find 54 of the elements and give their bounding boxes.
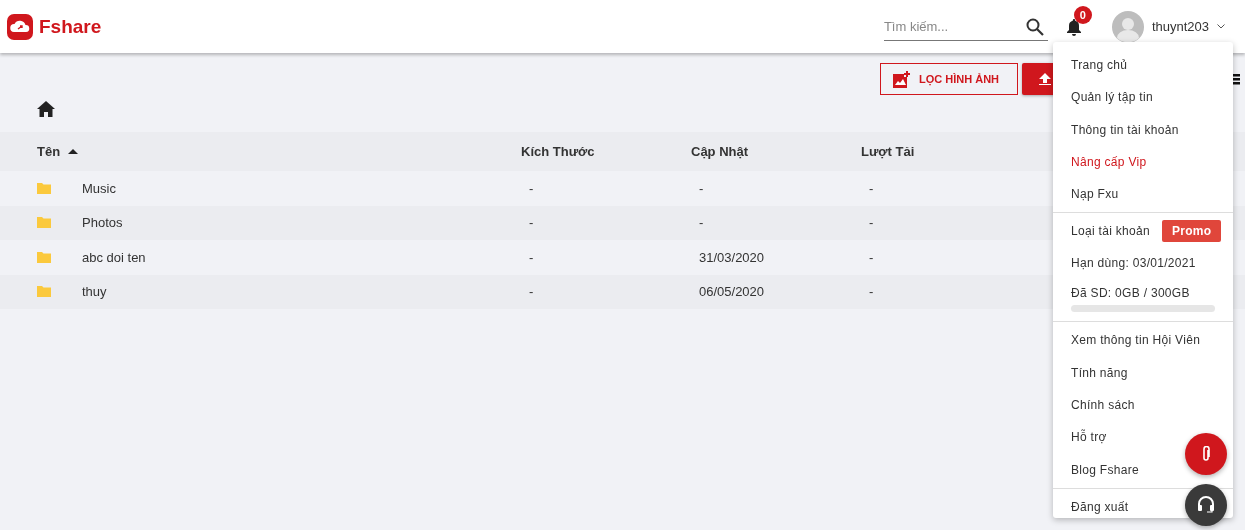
folder-icon — [37, 182, 51, 194]
menu-item[interactable]: Đăng xuất — [1053, 490, 1233, 524]
file-name[interactable]: Music — [82, 180, 116, 196]
upload-icon — [1039, 73, 1051, 85]
table-cell: - — [869, 284, 874, 300]
menu-item[interactable]: Chính sách — [1053, 389, 1233, 422]
file-name[interactable]: abc doi ten — [82, 249, 146, 265]
file-name[interactable]: Photos — [82, 215, 123, 231]
chevron-down-icon[interactable] — [1217, 24, 1225, 29]
account-type-badge: Promo — [1161, 220, 1222, 243]
menu-item[interactable]: Trang chủ — [1053, 49, 1233, 82]
folder-icon — [37, 251, 51, 263]
table-cell: - — [699, 180, 704, 196]
user-name[interactable]: thuynt203 — [1151, 19, 1209, 34]
table-cell: - — [529, 180, 534, 196]
menu-item[interactable]: Nạp Fxu — [1053, 178, 1233, 211]
table-cell: - — [529, 284, 534, 300]
search-field[interactable]: Tìm kiếm... — [883, 12, 1048, 41]
search-icon[interactable] — [1025, 17, 1044, 36]
menu-item[interactable]: Tính năng — [1053, 356, 1233, 390]
bell-icon[interactable] — [1065, 17, 1082, 36]
table-cell: - — [529, 249, 534, 265]
menu-item[interactable]: Nâng cấp Vip — [1053, 145, 1233, 179]
menu-item[interactable]: Thông tin tài khoản — [1053, 113, 1233, 146]
column-header[interactable]: Kích Thước — [521, 144, 595, 159]
menu-item[interactable]: Hỗ trợ — [1053, 421, 1233, 454]
home-icon[interactable] — [37, 101, 55, 117]
notification-badge: 0 — [1073, 5, 1092, 24]
table-cell: - — [529, 215, 534, 231]
expiry-text: Hạn dùng: 03/01/2021 — [1071, 256, 1196, 271]
table-cell: 31/03/2020 — [699, 249, 765, 265]
table-cell: - — [869, 180, 874, 196]
account-type-label: Loại tài khoản — [1071, 224, 1150, 239]
storage-usage-text: Đã SD: 0GB / 300GB — [1071, 286, 1190, 301]
column-header[interactable]: Lượt Tải — [861, 144, 915, 159]
sort-up-icon[interactable] — [68, 149, 79, 154]
table-cell: 06/05/2020 — [699, 284, 765, 300]
column-header[interactable]: Cập Nhật — [691, 144, 749, 159]
folder-icon — [37, 286, 51, 298]
cloud-logo-icon — [7, 13, 33, 40]
file-name[interactable]: thuy — [82, 284, 107, 300]
menu-item[interactable]: Blog Fshare — [1053, 453, 1233, 486]
folder-icon — [37, 217, 51, 229]
table-cell: - — [699, 215, 704, 231]
table-cell: - — [869, 249, 874, 265]
filter-images-button[interactable]: LỌC HÌNH ẢNH — [880, 63, 1018, 95]
table-cell: - — [869, 215, 874, 231]
image-plus-icon — [893, 70, 910, 88]
column-header[interactable]: Tên — [37, 144, 61, 159]
headset-icon — [1197, 496, 1215, 514]
logo-text[interactable]: Fshare — [39, 15, 102, 38]
menu-item[interactable]: Xem thông tin Hội Viên — [1053, 324, 1233, 357]
paperclip-icon — [1201, 446, 1211, 462]
menu-item[interactable]: Quản lý tập tin — [1053, 81, 1233, 114]
